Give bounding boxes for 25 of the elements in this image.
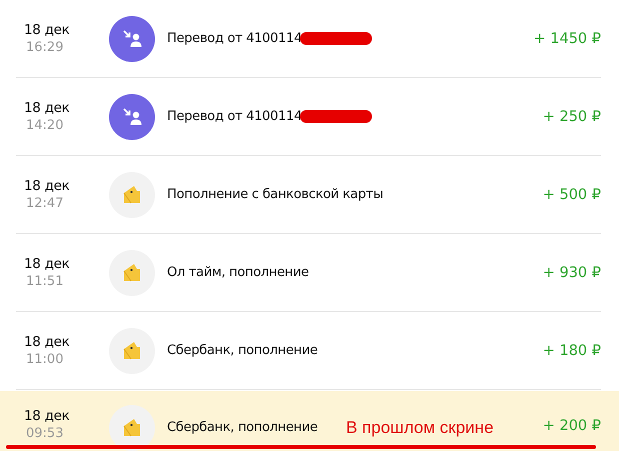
transaction-time: 14:20 bbox=[26, 118, 64, 133]
transaction-date: 18 дек bbox=[24, 408, 70, 424]
annotation-text: В прошлом скрине bbox=[346, 418, 494, 438]
transaction-title: Сбербанк, пополнение bbox=[167, 343, 318, 358]
transaction-title: Перевод от 4100114 bbox=[167, 109, 302, 124]
transaction-amount: + 180 ₽ bbox=[542, 342, 601, 358]
transaction-time: 11:00 bbox=[26, 352, 64, 367]
transaction-amount: + 1450 ₽ bbox=[534, 30, 601, 46]
transaction-date: 18 дек bbox=[24, 178, 70, 194]
transaction-date: 18 дек bbox=[24, 22, 70, 38]
transaction-time: 16:29 bbox=[26, 40, 64, 55]
transaction-amount: + 500 ₽ bbox=[542, 186, 601, 202]
transaction-title: Пополнение с банковской карты bbox=[167, 187, 384, 202]
transaction-amount: + 250 ₽ bbox=[542, 108, 601, 124]
transaction-title: Сбербанк, пополнение bbox=[167, 420, 318, 435]
transaction-time: 12:47 bbox=[26, 196, 64, 211]
transaction-date: 18 дек bbox=[24, 100, 70, 116]
transaction-title: Ол тайм, пополнение bbox=[167, 265, 309, 280]
transaction-amount: + 930 ₽ bbox=[542, 264, 601, 280]
transaction-date: 18 дек bbox=[24, 256, 70, 272]
transaction-amount: + 200 ₽ bbox=[542, 417, 601, 434]
transaction-time: 11:51 bbox=[26, 274, 64, 289]
transaction-date: 18 дек bbox=[24, 334, 70, 350]
transaction-time: 09:53 bbox=[26, 426, 64, 441]
transaction-title: Перевод от 4100114 bbox=[167, 31, 302, 46]
